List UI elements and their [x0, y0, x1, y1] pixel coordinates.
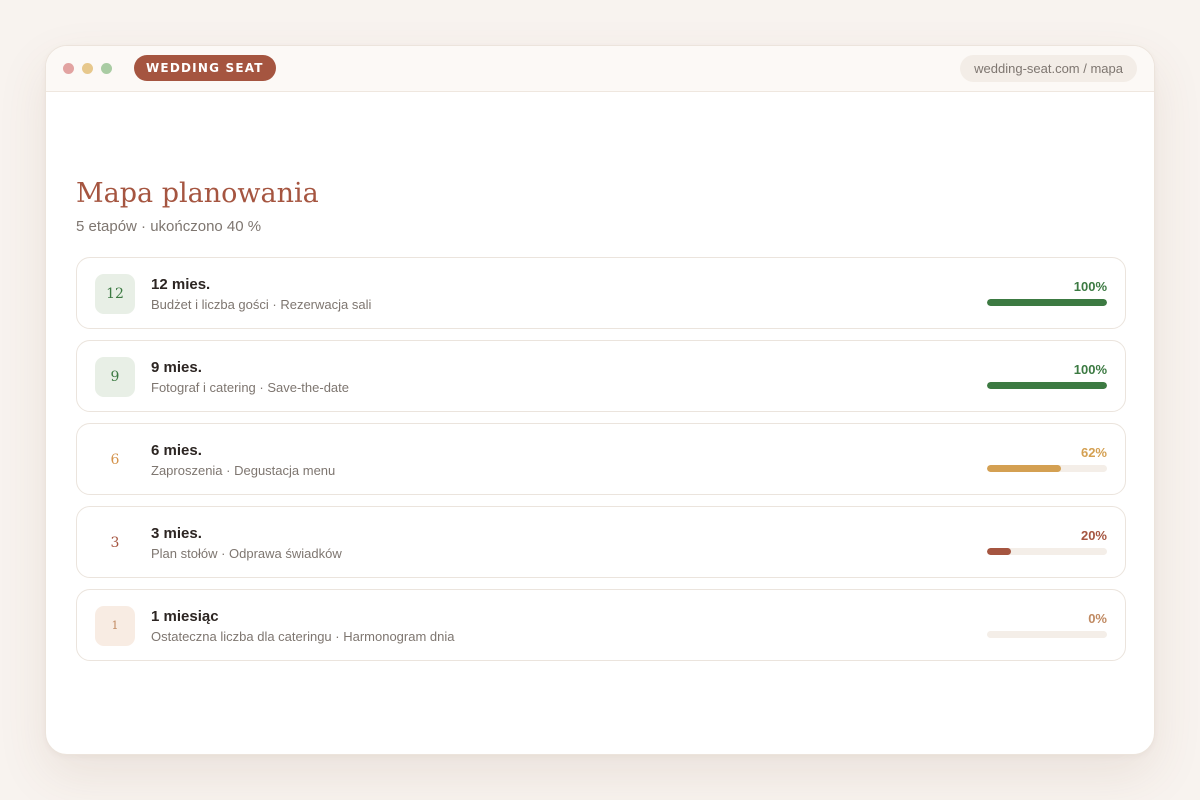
milestone-badge: 6: [110, 452, 120, 468]
milestone-percent: 100%: [1073, 362, 1107, 377]
progress-bar: [987, 631, 1107, 638]
milestone-badge: 12: [95, 274, 135, 314]
minimize-window-dot[interactable]: [82, 63, 93, 74]
title-bar: WEDDING SEAT wedding-seat.com / mapa: [46, 46, 1154, 92]
milestone-badge: 9: [95, 357, 135, 397]
close-window-dot[interactable]: [63, 63, 74, 74]
maximize-window-dot[interactable]: [101, 63, 112, 74]
milestone-title: 1 miesiąc: [151, 608, 219, 625]
progress-bar-fill: [987, 548, 1011, 555]
milestone-badge: 3: [110, 535, 120, 551]
milestone-card-12-months[interactable]: 12 12 mies. Budżet i liczba gości · Reze…: [76, 257, 1126, 329]
milestone-card-9-months[interactable]: 9 9 mies. Fotograf i catering · Save-the…: [76, 340, 1126, 412]
milestone-card-3-months[interactable]: 3 3 mies. Plan stołów · Odprawa świadków…: [76, 506, 1126, 578]
milestone-card-1-month[interactable]: 1 1 miesiąc Ostateczna liczba dla cateri…: [76, 589, 1126, 661]
progress-bar: [987, 465, 1107, 472]
brand-badge[interactable]: WEDDING SEAT: [134, 55, 276, 81]
browser-window: WEDDING SEAT wedding-seat.com / mapa Map…: [45, 45, 1155, 755]
milestone-title: 6 mies.: [151, 442, 202, 459]
progress-bar-fill: [987, 465, 1062, 472]
milestone-tasks: Budżet i liczba gości · Rezerwacja sali: [151, 297, 372, 312]
milestone-percent: 20%: [1080, 528, 1107, 543]
page-title: Mapa planowania: [76, 178, 319, 209]
milestone-tasks: Fotograf i catering · Save-the-date: [151, 380, 349, 395]
milestone-tasks: Ostateczna liczba dla cateringu · Harmon…: [151, 629, 455, 644]
milestone-percent: 0%: [1088, 611, 1107, 626]
milestone-tasks: Zaproszenia · Degustacja menu: [151, 463, 336, 478]
url-bar[interactable]: wedding-seat.com / mapa: [960, 55, 1137, 82]
milestone-percent: 62%: [1080, 445, 1107, 460]
milestone-title: 3 mies.: [151, 525, 202, 542]
milestone-card-6-months[interactable]: 6 6 mies. Zaproszenia · Degustacja menu …: [76, 423, 1126, 495]
milestone-badge: 1: [95, 606, 135, 646]
progress-bar-fill: [987, 299, 1107, 306]
progress-bar: [987, 548, 1107, 555]
milestone-title: 12 mies.: [151, 276, 211, 293]
milestone-tasks: Plan stołów · Odprawa świadków: [151, 546, 342, 561]
milestone-title: 9 mies.: [151, 359, 202, 376]
progress-bar: [987, 299, 1107, 306]
progress-bar-fill: [987, 382, 1107, 389]
page-subtitle: 5 etapów · ukończono 40 %: [76, 218, 262, 235]
progress-bar: [987, 382, 1107, 389]
milestone-percent: 100%: [1073, 279, 1107, 294]
